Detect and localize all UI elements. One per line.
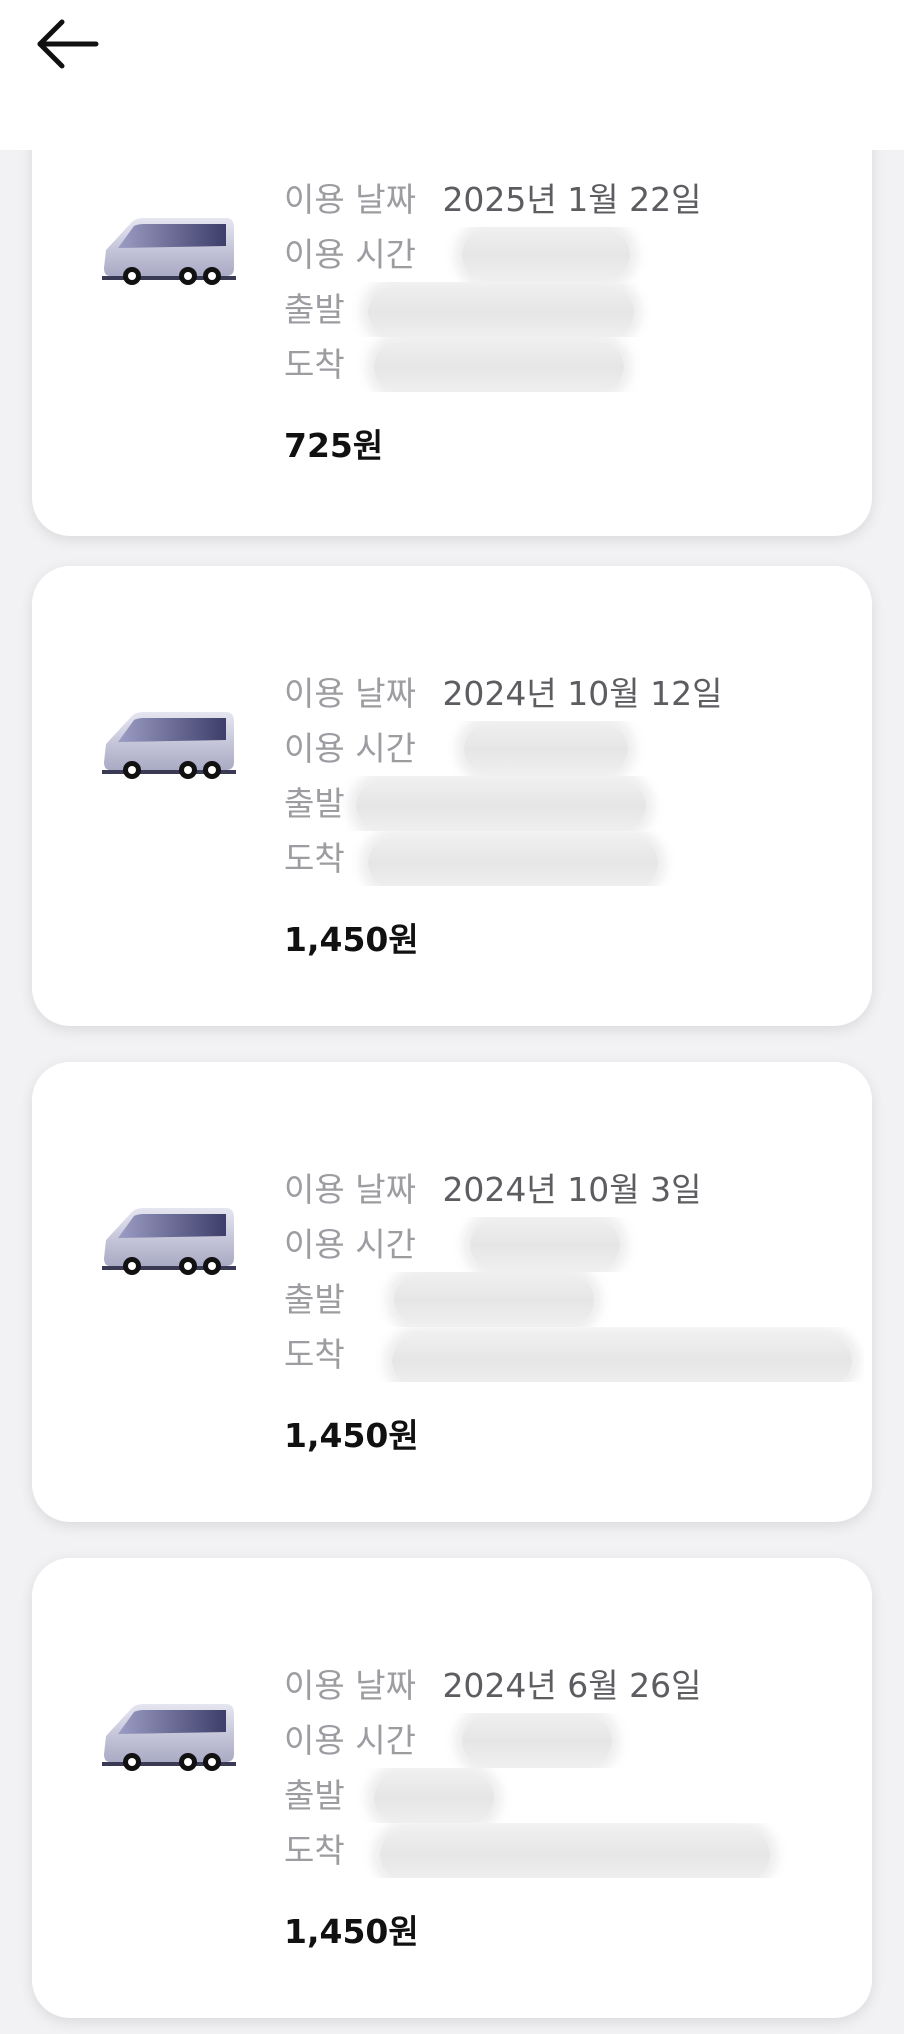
- date-row: 이용 날짜 2024년 10월 3일: [284, 1162, 864, 1217]
- arrival-label: 도착: [284, 1335, 345, 1374]
- departure-row: 출발: [284, 1272, 864, 1327]
- departure-label: 출발: [284, 1776, 345, 1815]
- departure-label: 출발: [284, 290, 345, 329]
- ride-date: 2024년 6월 26일: [442, 1666, 702, 1705]
- ride-price: 1,450원: [284, 1416, 419, 1455]
- arrival-row: 도착: [284, 1823, 844, 1878]
- ride-card[interactable]: 이용 날짜 2024년 10월 12일 이용 시간 출발 도착 1,450원: [32, 566, 872, 1026]
- arrival-row: 도착: [284, 1327, 864, 1382]
- ride-date: 2024년 10월 12일: [442, 674, 723, 713]
- time-row: 이용 시간: [284, 1713, 844, 1768]
- arrival-label: 도착: [284, 345, 345, 384]
- ride-date: 2025년 1월 22일: [442, 180, 702, 219]
- departure-label: 출발: [284, 1280, 345, 1319]
- van-icon: [102, 1704, 236, 1771]
- arrival-label: 도착: [284, 839, 345, 878]
- departure-row: 출발: [284, 1768, 844, 1823]
- redacted-time: [464, 723, 628, 775]
- time-label: 이용 시간: [284, 1721, 416, 1760]
- arrival-row: 도착: [284, 337, 844, 392]
- ride-details: 이용 날짜 2025년 1월 22일 이용 시간 출발 도착 725원: [284, 172, 844, 473]
- van-icon: [102, 712, 236, 779]
- redacted-time: [470, 1219, 620, 1271]
- time-label: 이용 시간: [284, 729, 416, 768]
- departure-row: 출발: [284, 776, 844, 831]
- ride-history-screen: 이용 날짜 2025년 1월 22일 이용 시간 출발 도착 725원 이용 날…: [0, 0, 904, 2034]
- date-row: 이용 날짜 2024년 6월 26일: [284, 1658, 844, 1713]
- departure-row: 출발: [284, 282, 844, 337]
- date-label: 이용 날짜: [284, 1170, 416, 1209]
- redacted-arrival: [374, 341, 624, 392]
- van-icon: [102, 218, 236, 285]
- time-row: 이용 시간: [284, 721, 844, 776]
- time-label: 이용 시간: [284, 235, 416, 274]
- date-row: 이용 날짜 2024년 10월 12일: [284, 666, 844, 721]
- time-row: 이용 시간: [284, 1217, 864, 1272]
- redacted-arrival: [368, 837, 658, 886]
- redacted-time: [462, 229, 630, 281]
- ride-card[interactable]: 이용 날짜 2024년 6월 26일 이용 시간 출발 도착 1,450원: [32, 1558, 872, 2018]
- departure-label: 출발: [284, 784, 345, 823]
- redacted-departure: [394, 1274, 594, 1326]
- date-label: 이용 날짜: [284, 180, 416, 219]
- ride-card[interactable]: 이용 날짜 2024년 10월 3일 이용 시간 출발 도착 1,450원: [32, 1062, 872, 1522]
- ride-price: 1,450원: [284, 1912, 419, 1951]
- redacted-departure: [374, 1772, 494, 1823]
- ride-price: 1,450원: [284, 920, 419, 959]
- time-row: 이용 시간: [284, 227, 844, 282]
- redacted-arrival: [380, 1829, 770, 1878]
- ride-price: 725원: [284, 426, 384, 465]
- redacted-arrival: [392, 1335, 852, 1382]
- ride-details: 이용 날짜 2024년 10월 12일 이용 시간 출발 도착 1,450원: [284, 666, 844, 967]
- time-label: 이용 시간: [284, 1225, 416, 1264]
- redacted-time: [462, 1715, 612, 1767]
- arrow-left-icon: [37, 19, 99, 69]
- date-row: 이용 날짜 2025년 1월 22일: [284, 172, 844, 227]
- date-label: 이용 날짜: [284, 674, 416, 713]
- ride-details: 이용 날짜 2024년 6월 26일 이용 시간 출발 도착 1,450원: [284, 1658, 844, 1959]
- arrival-label: 도착: [284, 1831, 345, 1870]
- date-label: 이용 날짜: [284, 1666, 416, 1705]
- ride-date: 2024년 10월 3일: [442, 1170, 702, 1209]
- redacted-departure: [368, 286, 634, 337]
- arrival-row: 도착: [284, 831, 844, 886]
- van-icon: [102, 1208, 236, 1275]
- ride-details: 이용 날짜 2024년 10월 3일 이용 시간 출발 도착 1,450원: [284, 1162, 864, 1463]
- back-button[interactable]: [30, 10, 110, 90]
- redacted-departure: [356, 780, 646, 831]
- top-bar: [0, 0, 904, 150]
